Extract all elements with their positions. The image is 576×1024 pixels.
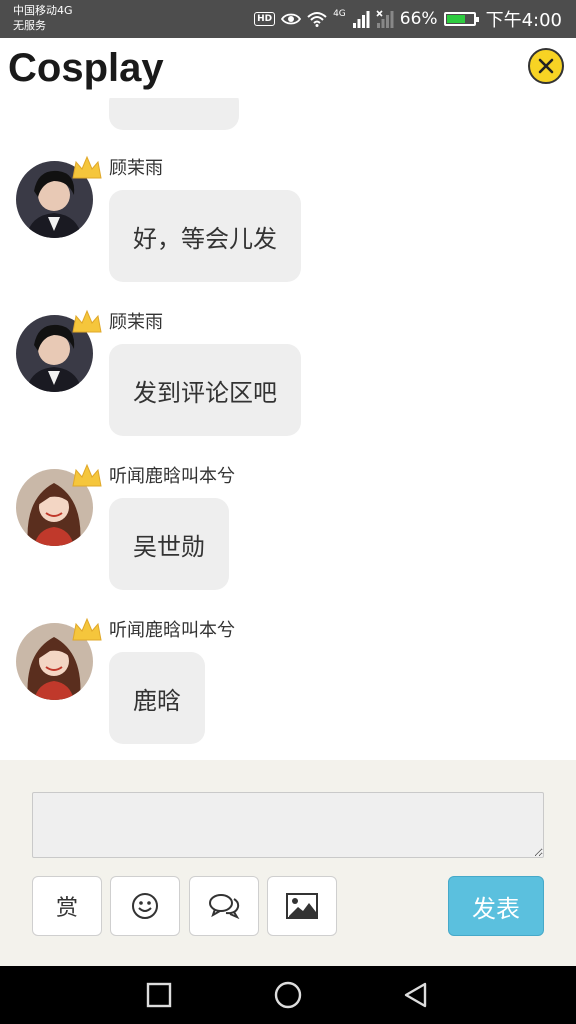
reward-button[interactable]: 赏: [32, 876, 102, 936]
chat-bubbles-icon: [209, 894, 240, 919]
recent-apps-icon: [146, 982, 172, 1008]
carrier-name: 中国移动4G: [13, 4, 73, 17]
sender-name: 听闻鹿晗叫本兮: [109, 620, 235, 641]
network-type-label: 4G: [333, 9, 346, 19]
crown-icon: [72, 463, 102, 487]
back-icon: [404, 982, 427, 1008]
status-icons: HD 4G 66% 下午4:00: [254, 0, 562, 38]
signal-icon: [352, 11, 370, 28]
image-button[interactable]: [267, 876, 337, 936]
chat-button[interactable]: [189, 876, 259, 936]
sender-name: 顾茉雨: [109, 158, 163, 179]
emoji-button[interactable]: [110, 876, 180, 936]
message-bubble[interactable]: 吴世勋: [109, 498, 229, 590]
message-bubble-partial: [109, 98, 239, 130]
crown-icon: [72, 309, 102, 333]
emoji-icon: [132, 893, 158, 919]
sender-name: 听闻鹿晗叫本兮: [109, 466, 235, 487]
carrier-info: 中国移动4G 无服务: [13, 3, 73, 33]
close-icon: [538, 58, 554, 74]
home-icon: [274, 981, 302, 1009]
close-button[interactable]: [528, 48, 564, 84]
chat-list[interactable]: 顾茉雨 好，等会儿发 顾茉雨 发到评论区吧 听闻鹿晗叫本兮 吴世勋 听闻鹿晗叫本…: [0, 98, 576, 760]
eye-icon: [281, 13, 302, 25]
battery-fill: [446, 15, 466, 23]
send-button[interactable]: 发表: [448, 876, 544, 936]
comment-input[interactable]: [32, 792, 544, 858]
status-bar: 中国移动4G 无服务 HD 4G 66% 下午4:00: [0, 0, 576, 38]
message-bubble[interactable]: 好，等会儿发: [109, 190, 301, 282]
message-bubble[interactable]: 发到评论区吧: [109, 344, 301, 436]
clock: 下午4:00: [485, 10, 562, 31]
battery-percent: 66%: [399, 9, 438, 29]
home-button[interactable]: [271, 978, 305, 1012]
hd-voice-icon: HD: [254, 12, 276, 26]
composer-panel: 赏 发表: [0, 760, 576, 966]
service-status: 无服务: [13, 19, 46, 32]
page-title: Cosplay: [8, 46, 164, 90]
send-label: 发表: [472, 894, 520, 923]
crown-icon: [72, 617, 102, 641]
image-icon: [286, 893, 318, 919]
no-signal-icon: [376, 10, 394, 28]
battery-icon: [443, 12, 479, 26]
crown-icon: [72, 155, 102, 179]
header: Cosplay: [0, 38, 576, 98]
recent-apps-button[interactable]: [142, 978, 176, 1012]
reward-label: 赏: [55, 896, 78, 921]
sender-name: 顾茉雨: [109, 312, 163, 333]
message-bubble[interactable]: 鹿晗: [109, 652, 205, 744]
app-screen: 中国移动4G 无服务 HD 4G 66% 下午4:00 Cosplay 顾茉雨 …: [0, 0, 576, 1024]
wifi-icon: [307, 12, 327, 27]
back-button[interactable]: [399, 978, 433, 1012]
system-nav-bar: [0, 966, 576, 1024]
